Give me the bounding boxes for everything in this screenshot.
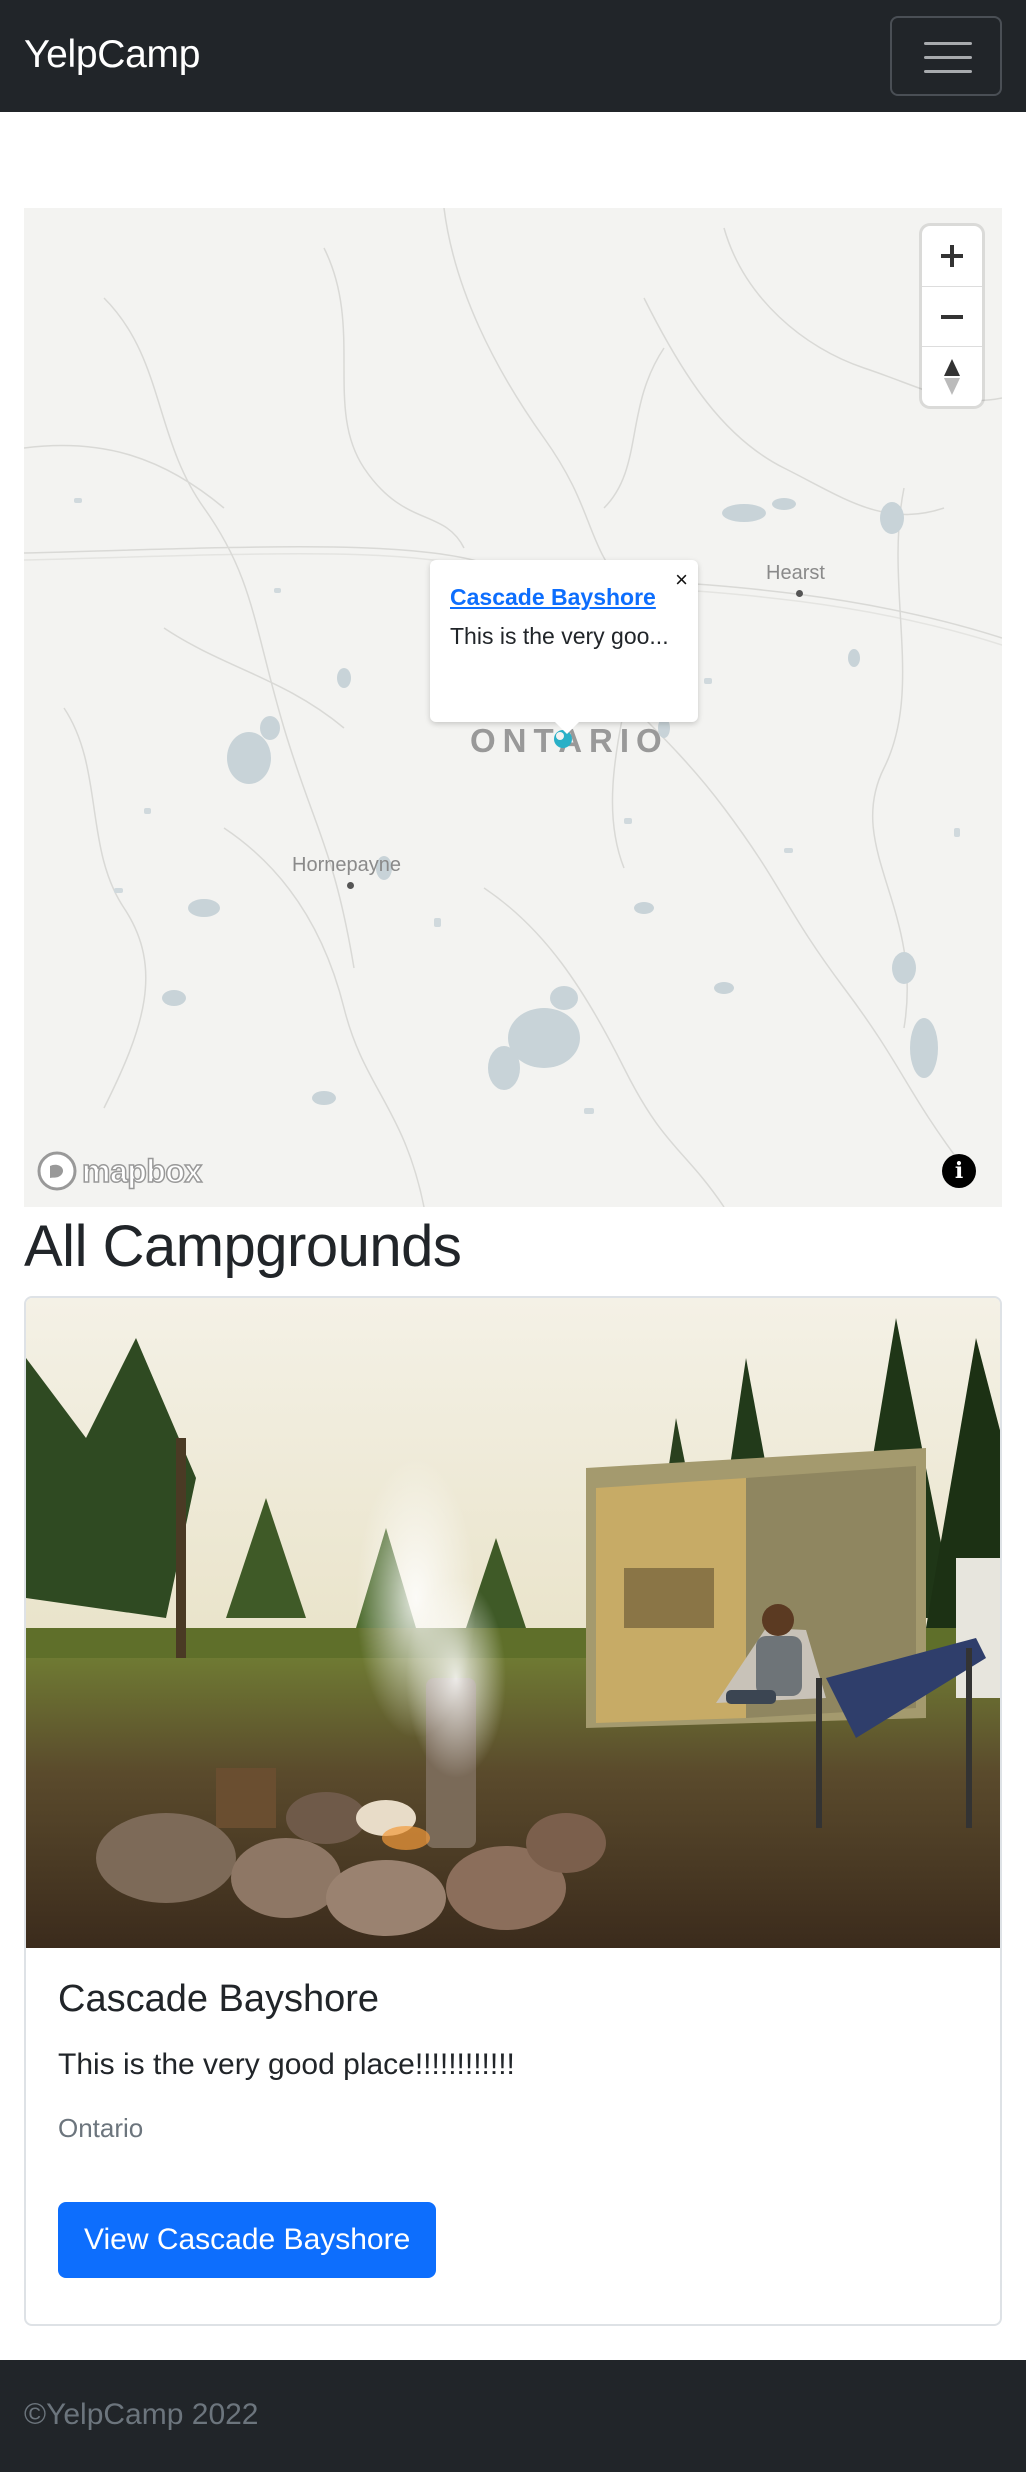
town-dot bbox=[347, 882, 354, 889]
popup-title-link[interactable]: Cascade Bayshore bbox=[450, 584, 656, 611]
map-label-town: Hornepayne bbox=[292, 854, 401, 876]
campground-card: Cascade Bayshore This is the very good p… bbox=[24, 1296, 1002, 2326]
campground-title: Cascade Bayshore bbox=[58, 1978, 380, 2020]
reset-bearing-button[interactable] bbox=[922, 346, 982, 406]
campground-description: This is the very good place!!!!!!!!!!!! bbox=[58, 2048, 515, 2081]
mapbox-logo[interactable]: mapbox bbox=[36, 1150, 203, 1192]
hamburger-icon bbox=[924, 42, 972, 45]
zoom-in-button[interactable] bbox=[922, 226, 982, 286]
mapbox-mark-icon bbox=[37, 1151, 77, 1191]
navbar: YelpCamp bbox=[0, 0, 1026, 112]
zoom-out-button[interactable] bbox=[922, 286, 982, 346]
info-icon[interactable]: i bbox=[942, 1154, 976, 1188]
popup-description: This is the very goo... bbox=[450, 623, 669, 649]
popup-close-button[interactable]: × bbox=[675, 568, 688, 592]
town-dot bbox=[796, 590, 803, 597]
popup-tip bbox=[553, 720, 581, 734]
view-campground-button[interactable]: View Cascade Bayshore bbox=[58, 2202, 437, 2278]
map-navigation-controls bbox=[922, 226, 982, 406]
page-title: All Campgrounds bbox=[24, 1214, 462, 1279]
map-label-town: Hearst bbox=[766, 562, 825, 584]
footer: ©YelpCamp 2022 bbox=[0, 2360, 1026, 2472]
campground-image bbox=[26, 1298, 1000, 1948]
plus-icon bbox=[941, 245, 963, 267]
campground-location: Ontario bbox=[58, 2113, 144, 2143]
compass-icon bbox=[944, 358, 960, 395]
cluster-map[interactable]: ONTARIO Hearst Hornepayne × Cascade Bays… bbox=[24, 208, 1002, 1207]
footer-copyright: ©YelpCamp 2022 bbox=[24, 2398, 259, 2431]
mapbox-wordmark: mapbox bbox=[81, 1152, 203, 1190]
brand-link[interactable]: YelpCamp bbox=[24, 30, 200, 80]
minus-icon bbox=[941, 314, 963, 319]
navbar-toggler-button[interactable] bbox=[890, 16, 1002, 96]
map-popup: × Cascade Bayshore This is the very goo.… bbox=[430, 560, 698, 734]
